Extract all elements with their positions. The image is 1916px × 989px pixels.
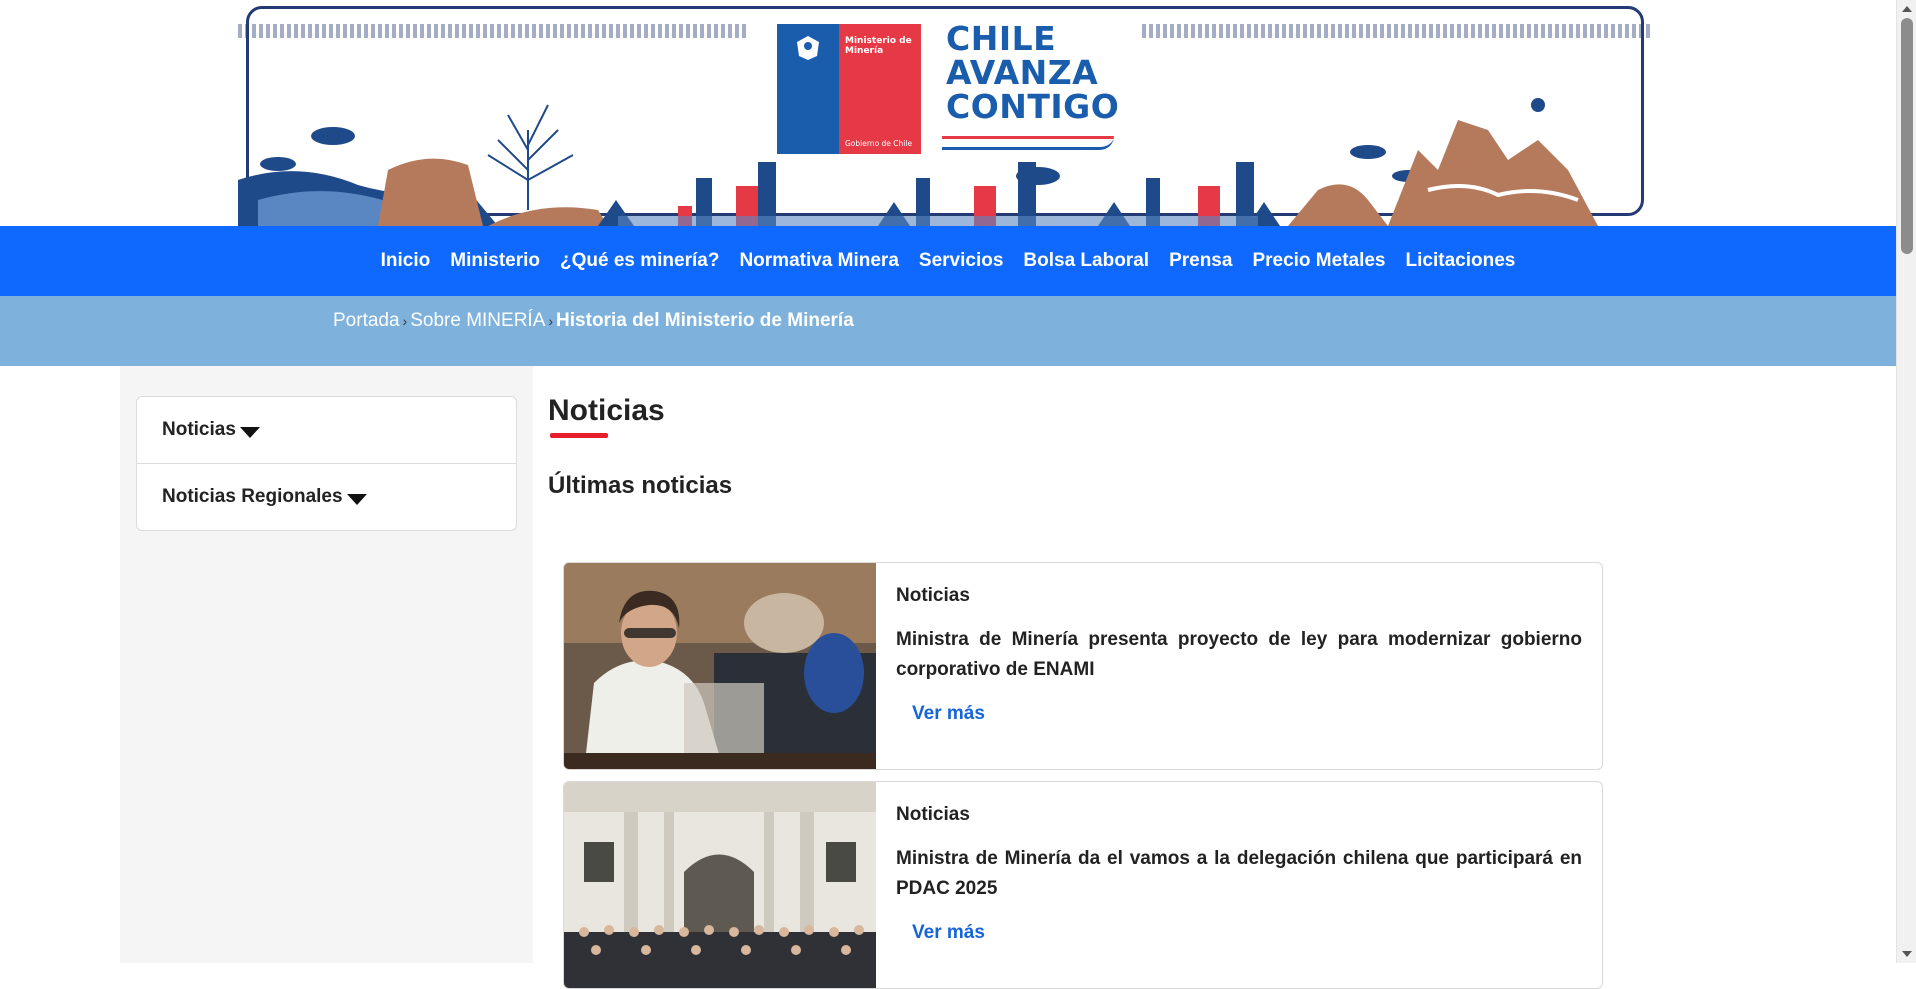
page-scrollbar[interactable]: [1896, 0, 1916, 963]
nav-item-servicios[interactable]: Servicios: [909, 250, 1014, 272]
news-category: Noticias: [896, 804, 970, 825]
main-navigation: Inicio Ministerio ¿Qué es minería? Norma…: [0, 226, 1896, 296]
scroll-up-arrow-icon[interactable]: [1902, 6, 1912, 12]
news-image[interactable]: [564, 782, 876, 988]
sidebar-item-noticias[interactable]: Noticias: [137, 397, 516, 463]
breadcrumb-sobre-mineria[interactable]: Sobre MINERÍA: [410, 310, 545, 332]
slogan-underline: [942, 136, 1114, 150]
breadcrumb-current: Historia del Ministerio de Minería: [556, 310, 854, 331]
header-banner: Ministerio de Minería Gobierno de Chile …: [0, 0, 1896, 226]
news-headline[interactable]: Ministra de Minería da el vamos a la del…: [896, 844, 1582, 904]
news-photo-ministra-congreso: [564, 563, 876, 769]
breadcrumb-separator-icon: ›: [548, 313, 554, 329]
sidebar-item-label: Noticias: [162, 419, 236, 440]
sidebar-item-noticias-regionales[interactable]: Noticias Regionales: [137, 463, 516, 530]
news-image[interactable]: [564, 563, 876, 769]
nav-item-que-es-mineria[interactable]: ¿Qué es minería?: [550, 250, 729, 272]
ministry-logo[interactable]: Ministerio de Minería Gobierno de Chile: [777, 24, 921, 154]
breadcrumb: Portada › Sobre MINERÍA › Historia del M…: [333, 310, 854, 332]
title-underline: [550, 433, 608, 438]
breadcrumb-separator-icon: ›: [402, 313, 408, 329]
logo-red-panel: Ministerio de Minería Gobierno de Chile: [839, 24, 921, 154]
slogan-line-2: AVANZA: [946, 53, 1099, 92]
caret-down-icon[interactable]: [346, 493, 367, 505]
slogan-line-1: CHILE: [946, 19, 1057, 58]
nav-item-inicio[interactable]: Inicio: [371, 250, 441, 272]
news-card: Noticias Ministra de Minería presenta pr…: [563, 562, 1603, 770]
news-photo-delegation: [564, 782, 876, 988]
read-more-link[interactable]: Ver más: [912, 703, 985, 725]
section-title: Últimas noticias: [548, 472, 733, 499]
news-headline[interactable]: Ministra de Minería presenta proyecto de…: [896, 625, 1582, 685]
sidebar-item-label: Noticias Regionales: [162, 486, 343, 507]
page-title: Noticias: [548, 394, 665, 427]
news-category: Noticias: [896, 585, 970, 606]
sidebar-menu: Noticias Noticias Regionales: [136, 396, 517, 531]
nav-item-bolsa-laboral[interactable]: Bolsa Laboral: [1013, 250, 1159, 272]
nav-item-precio-metales[interactable]: Precio Metales: [1242, 250, 1395, 272]
logo-government-text: Gobierno de Chile: [845, 139, 913, 148]
breadcrumb-portada[interactable]: Portada: [333, 310, 400, 332]
nav-item-licitaciones[interactable]: Licitaciones: [1396, 250, 1526, 272]
news-body: Noticias Ministra de Minería presenta pr…: [876, 563, 1602, 769]
caret-down-icon[interactable]: [239, 426, 260, 438]
scrollbar-thumb[interactable]: [1901, 18, 1913, 254]
nav-item-ministerio[interactable]: Ministerio: [440, 250, 550, 272]
logo-ministry-text: Ministerio de Minería: [845, 36, 912, 56]
read-more-link[interactable]: Ver más: [912, 922, 985, 944]
nav-item-normativa-minera[interactable]: Normativa Minera: [729, 250, 908, 272]
breadcrumb-bar: Portada › Sobre MINERÍA › Historia del M…: [0, 296, 1896, 366]
scroll-down-arrow-icon[interactable]: [1902, 951, 1912, 957]
nav-item-prensa[interactable]: Prensa: [1159, 250, 1242, 272]
slogan: CHILE AVANZA CONTIGO: [946, 22, 1119, 124]
coat-of-arms-icon: [797, 36, 819, 60]
news-body: Noticias Ministra de Minería da el vamos…: [876, 782, 1602, 988]
news-card: Noticias Ministra de Minería da el vamos…: [563, 781, 1603, 989]
logo-blue-panel: [777, 24, 839, 154]
slogan-line-3: CONTIGO: [946, 87, 1120, 126]
